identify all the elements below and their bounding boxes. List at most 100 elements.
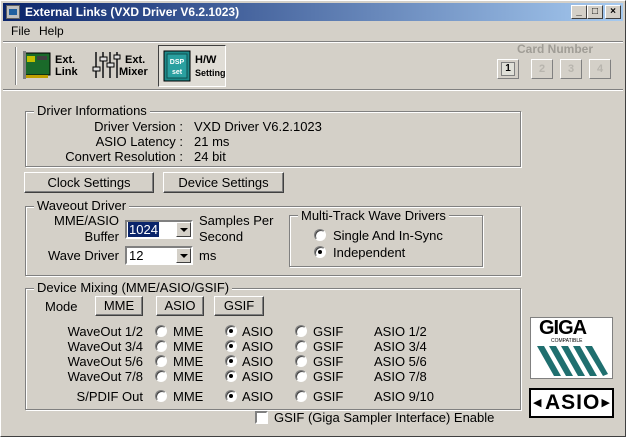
wave-driver-select-value: 12 — [129, 248, 144, 263]
radio-mme[interactable] — [155, 390, 167, 402]
asio-channel-name: ASIO 9/10 — [374, 389, 434, 404]
gsif-label: GSIF — [313, 324, 344, 339]
radio-asio[interactable] — [225, 355, 237, 367]
svg-text:DSP: DSP — [170, 59, 185, 66]
mme-label: MME — [173, 339, 204, 354]
toolbar-separator — [3, 89, 623, 91]
buffer-select[interactable]: 1024 — [125, 220, 193, 239]
driver-info-title: Driver Informations — [34, 103, 150, 118]
mode-asio-button[interactable]: ASIO — [156, 296, 204, 316]
waveout-title: Waveout Driver — [34, 198, 130, 213]
card-3-button[interactable]: 3 — [560, 59, 582, 79]
row-label: WaveOut 3/4 — [67, 339, 143, 354]
radio-mme[interactable] — [155, 325, 167, 337]
minimize-button[interactable]: _ — [571, 5, 587, 19]
asio-channel-name: ASIO 7/8 — [374, 369, 427, 384]
radio-gsif[interactable] — [295, 390, 307, 402]
asio-label: ASIO — [242, 324, 274, 339]
independent-label: Independent — [333, 245, 406, 260]
mode-gsif-button[interactable]: GSIF — [214, 296, 264, 316]
card-number-label: Card Number — [517, 42, 594, 56]
giga-logo-text: GIGA — [539, 317, 587, 339]
mme-label: MME — [173, 389, 204, 404]
buffer-label-2: Buffer — [84, 229, 119, 244]
left-arrow-icon: ◀ — [533, 397, 542, 409]
asio-channel-name: ASIO 5/6 — [374, 354, 427, 369]
row-label: WaveOut 7/8 — [67, 369, 143, 384]
radio-mme[interactable] — [155, 370, 167, 382]
multitrack-title: Multi-Track Wave Drivers — [298, 208, 449, 223]
app-icon — [6, 5, 20, 19]
wave-driver-label: Wave Driver — [47, 248, 119, 263]
buffer-label-1: MME/ASIO — [53, 213, 119, 228]
driver-version-value: VXD Driver V6.2.1023 — [194, 119, 322, 134]
radio-gsif[interactable] — [295, 325, 307, 337]
radio-gsif[interactable] — [295, 340, 307, 352]
hw-label-1: H/W — [195, 54, 217, 66]
convert-resolution-label: Convert Resolution : — [65, 149, 183, 164]
hw-setting-button[interactable]: DSP set H/W Setting — [158, 45, 226, 87]
title-bar[interactable]: External Links (VXD Driver V6.2.1023) _ … — [3, 3, 623, 21]
mixer-icon — [92, 52, 121, 78]
hw-label-2: Setting — [195, 68, 226, 78]
menu-file[interactable]: File — [11, 24, 30, 38]
gsif-enable-label: GSIF (Giga Sampler Interface) Enable — [274, 410, 495, 425]
ms-label: ms — [199, 248, 217, 263]
ext-link-button[interactable]: Ext. Link — [21, 45, 85, 87]
mode-mme-button[interactable]: MME — [95, 296, 143, 316]
row-label: S/PDIF Out — [76, 389, 143, 404]
chevron-down-icon[interactable] — [176, 248, 191, 263]
radio-independent[interactable] — [314, 246, 326, 258]
close-button[interactable]: × — [605, 5, 621, 19]
asio-latency-label: ASIO Latency : — [95, 134, 183, 149]
mme-label: MME — [173, 354, 204, 369]
row-label: WaveOut 5/6 — [67, 354, 143, 369]
ext-mixer-label-1: Ext. — [125, 54, 146, 66]
radio-mme[interactable] — [155, 340, 167, 352]
radio-asio[interactable] — [225, 390, 237, 402]
mme-label: MME — [173, 369, 204, 384]
mme-label: MME — [173, 324, 204, 339]
asio-label: ASIO — [242, 339, 274, 354]
ext-mixer-label-2: Mixer — [119, 66, 148, 78]
buffer-select-value: 1024 — [128, 222, 159, 237]
maximize-button[interactable]: □ — [587, 5, 603, 19]
radio-asio[interactable] — [225, 340, 237, 352]
asio-label: ASIO — [242, 354, 274, 369]
radio-asio[interactable] — [225, 325, 237, 337]
piano-keys-icon — [537, 346, 608, 376]
radio-gsif[interactable] — [295, 370, 307, 382]
card-icon — [23, 51, 51, 79]
svg-text:set: set — [172, 69, 183, 76]
radio-mme[interactable] — [155, 355, 167, 367]
main-window: External Links (VXD Driver V6.2.1023) _ … — [0, 0, 626, 437]
menu-bar: File Help — [3, 22, 623, 40]
card-2-button[interactable]: 2 — [531, 59, 553, 79]
card-2-label: 2 — [538, 63, 546, 75]
ext-link-label-2: Link — [55, 66, 78, 78]
radio-gsif[interactable] — [295, 355, 307, 367]
ext-mixer-button[interactable]: Ext. Mixer — [89, 45, 155, 87]
asio-channel-name: ASIO 3/4 — [374, 339, 427, 354]
device-settings-button[interactable]: Device Settings — [163, 172, 284, 193]
dsp-chip-icon: DSP set — [163, 50, 191, 82]
gsif-enable-checkbox[interactable] — [255, 411, 268, 424]
asio-label: ASIO — [242, 389, 274, 404]
asio-logo: ◀ ASIO ▶ — [529, 388, 614, 418]
chevron-down-icon[interactable] — [176, 222, 191, 237]
radio-asio[interactable] — [225, 370, 237, 382]
asio-channel-name: ASIO 1/2 — [374, 324, 427, 339]
menu-help[interactable]: Help — [39, 24, 64, 38]
card-4-button[interactable]: 4 — [589, 59, 611, 79]
mixing-title: Device Mixing (MME/ASIO/GSIF) — [34, 280, 233, 295]
asio-logo-text: ASIO — [545, 391, 601, 414]
wave-driver-select[interactable]: 12 — [125, 246, 193, 265]
radio-single-in-sync[interactable] — [314, 229, 326, 241]
card-1-button[interactable]: 1 — [497, 59, 519, 79]
clock-settings-button[interactable]: Clock Settings — [24, 172, 154, 193]
right-arrow-icon: ▶ — [601, 397, 610, 409]
card-4-label: 4 — [596, 63, 604, 75]
gsif-label: GSIF — [313, 354, 344, 369]
gsif-label: GSIF — [313, 339, 344, 354]
asio-latency-value: 21 ms — [194, 134, 230, 149]
